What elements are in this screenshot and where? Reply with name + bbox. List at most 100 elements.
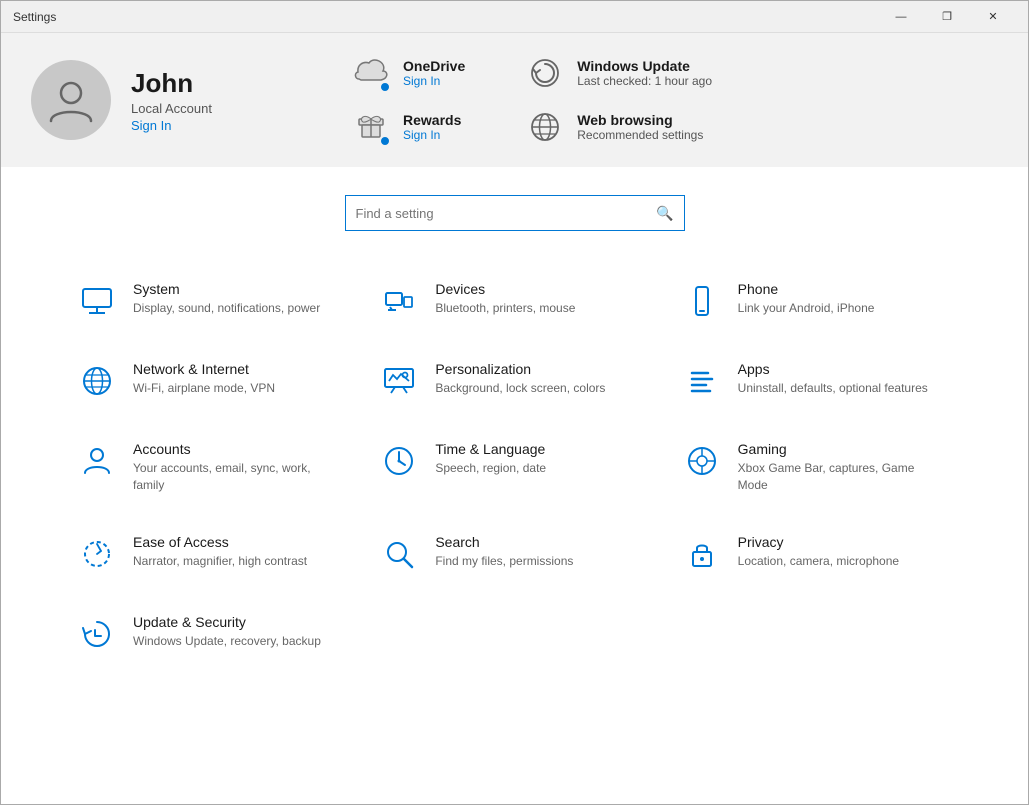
close-button[interactable]: ✕ xyxy=(970,1,1016,33)
phone-icon xyxy=(682,281,722,321)
settings-item-accounts[interactable]: Accounts Your accounts, email, sync, wor… xyxy=(61,421,363,514)
accounts-title: Accounts xyxy=(133,441,333,457)
apps-desc: Uninstall, defaults, optional features xyxy=(738,380,928,397)
windows-update-title: Windows Update xyxy=(577,58,712,74)
titlebar-title: Settings xyxy=(13,10,878,24)
privacy-icon xyxy=(682,534,722,574)
phone-desc: Link your Android, iPhone xyxy=(738,300,875,317)
personalization-desc: Background, lock screen, colors xyxy=(435,380,605,397)
rewards-text: Rewards Sign In xyxy=(403,112,461,142)
profile-header: John Local Account Sign In OneDrive Sign… xyxy=(1,33,1028,167)
privacy-desc: Location, camera, microphone xyxy=(738,553,899,570)
user-avatar-icon xyxy=(46,75,96,125)
network-text: Network & Internet Wi-Fi, airplane mode,… xyxy=(133,361,275,397)
onedrive-icon xyxy=(351,53,391,93)
ease-desc: Narrator, magnifier, high contrast xyxy=(133,553,307,570)
onedrive-text: OneDrive Sign In xyxy=(403,58,465,88)
apps-text: Apps Uninstall, defaults, optional featu… xyxy=(738,361,928,397)
web-browsing-item[interactable]: Web browsing Recommended settings xyxy=(525,107,712,147)
system-text: System Display, sound, notifications, po… xyxy=(133,281,320,317)
system-desc: Display, sound, notifications, power xyxy=(133,300,320,317)
time-desc: Speech, region, date xyxy=(435,460,546,477)
titlebar: Settings — ❐ ✕ xyxy=(1,1,1028,33)
search-input[interactable] xyxy=(356,206,649,221)
settings-item-devices[interactable]: Devices Bluetooth, printers, mouse xyxy=(363,261,665,341)
settings-item-time[interactable]: Time & Language Speech, region, date xyxy=(363,421,665,514)
user-info: John Local Account Sign In xyxy=(131,68,271,133)
devices-text: Devices Bluetooth, printers, mouse xyxy=(435,281,575,317)
network-title: Network & Internet xyxy=(133,361,275,377)
web-browsing-text: Web browsing Recommended settings xyxy=(577,112,703,142)
ease-text: Ease of Access Narrator, magnifier, high… xyxy=(133,534,307,570)
search-container: 🔍 xyxy=(1,167,1028,251)
apps-title: Apps xyxy=(738,361,928,377)
web-browsing-sub: Recommended settings xyxy=(577,128,703,142)
web-browsing-icon xyxy=(525,107,565,147)
sign-in-link[interactable]: Sign In xyxy=(131,118,271,133)
update-title: Update & Security xyxy=(133,614,321,630)
settings-item-ease[interactable]: Ease of Access Narrator, magnifier, high… xyxy=(61,514,363,594)
rewards-icon xyxy=(351,107,391,147)
settings-item-gaming[interactable]: Gaming Xbox Game Bar, captures, Game Mod… xyxy=(666,421,968,514)
search-box: 🔍 xyxy=(345,195,685,231)
onedrive-sub: Sign In xyxy=(403,74,465,88)
avatar xyxy=(31,60,111,140)
web-browsing-title: Web browsing xyxy=(577,112,703,128)
rewards-sub: Sign In xyxy=(403,128,461,142)
personalization-icon xyxy=(379,361,419,401)
rewards-status-dot xyxy=(379,135,391,147)
devices-icon xyxy=(379,281,419,321)
network-desc: Wi-Fi, airplane mode, VPN xyxy=(133,380,275,397)
apps-icon xyxy=(682,361,722,401)
user-name: John xyxy=(131,68,271,99)
minimize-button[interactable]: — xyxy=(878,1,924,33)
system-icon xyxy=(77,281,117,321)
gaming-title: Gaming xyxy=(738,441,938,457)
ease-title: Ease of Access xyxy=(133,534,307,550)
search-desc: Find my files, permissions xyxy=(435,553,573,570)
settings-item-personalization[interactable]: Personalization Background, lock screen,… xyxy=(363,341,665,421)
personalization-title: Personalization xyxy=(435,361,605,377)
rewards-item[interactable]: Rewards Sign In xyxy=(351,107,465,147)
settings-item-update[interactable]: Update & Security Windows Update, recove… xyxy=(61,594,363,674)
time-text: Time & Language Speech, region, date xyxy=(435,441,546,477)
update-icon xyxy=(77,614,117,654)
windows-update-sub: Last checked: 1 hour ago xyxy=(577,74,712,88)
gaming-desc: Xbox Game Bar, captures, Game Mode xyxy=(738,460,938,494)
ease-icon xyxy=(77,534,117,574)
titlebar-controls: — ❐ ✕ xyxy=(878,1,1016,33)
settings-item-phone[interactable]: Phone Link your Android, iPhone xyxy=(666,261,968,341)
settings-item-privacy[interactable]: Privacy Location, camera, microphone xyxy=(666,514,968,594)
devices-title: Devices xyxy=(435,281,575,297)
onedrive-status-dot xyxy=(379,81,391,93)
search-icon: 🔍 xyxy=(656,205,673,222)
user-account-type: Local Account xyxy=(131,101,271,116)
accounts-icon xyxy=(77,441,117,481)
onedrive-title: OneDrive xyxy=(403,58,465,74)
search-text: Search Find my files, permissions xyxy=(435,534,573,570)
settings-grid: System Display, sound, notifications, po… xyxy=(1,251,1028,684)
gaming-text: Gaming Xbox Game Bar, captures, Game Mod… xyxy=(738,441,938,494)
cloud-services: OneDrive Sign In Rewards Sign In xyxy=(351,53,465,147)
time-icon xyxy=(379,441,419,481)
maximize-button[interactable]: ❐ xyxy=(924,1,970,33)
settings-item-apps[interactable]: Apps Uninstall, defaults, optional featu… xyxy=(666,341,968,421)
system-title: System xyxy=(133,281,320,297)
update-text: Update & Security Windows Update, recove… xyxy=(133,614,321,650)
accounts-desc: Your accounts, email, sync, work, family xyxy=(133,460,333,494)
windows-update-item[interactable]: Windows Update Last checked: 1 hour ago xyxy=(525,53,712,93)
onedrive-item[interactable]: OneDrive Sign In xyxy=(351,53,465,93)
windows-update-text: Windows Update Last checked: 1 hour ago xyxy=(577,58,712,88)
search-title: Search xyxy=(435,534,573,550)
update-desc: Windows Update, recovery, backup xyxy=(133,633,321,650)
settings-item-network[interactable]: Network & Internet Wi-Fi, airplane mode,… xyxy=(61,341,363,421)
phone-title: Phone xyxy=(738,281,875,297)
gaming-icon xyxy=(682,441,722,481)
system-services: Windows Update Last checked: 1 hour ago … xyxy=(525,53,712,147)
devices-desc: Bluetooth, printers, mouse xyxy=(435,300,575,317)
search-icon xyxy=(379,534,419,574)
network-icon xyxy=(77,361,117,401)
settings-item-system[interactable]: System Display, sound, notifications, po… xyxy=(61,261,363,341)
windows-update-icon xyxy=(525,53,565,93)
settings-item-search[interactable]: Search Find my files, permissions xyxy=(363,514,665,594)
